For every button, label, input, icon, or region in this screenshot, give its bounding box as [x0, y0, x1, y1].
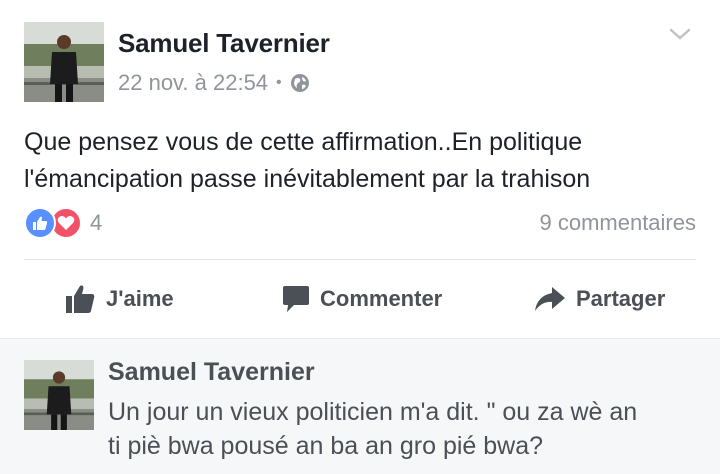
thumbs-up-icon	[66, 285, 95, 313]
speech-bubble-icon	[283, 286, 309, 312]
like-button[interactable]: J'aime	[64, 282, 174, 316]
meta-separator: •	[276, 74, 282, 91]
commenter-avatar[interactable]	[24, 360, 94, 430]
post-card: Samuel Tavernier 22 nov. à 22:54 • Que p…	[0, 0, 720, 338]
globe-icon	[290, 74, 309, 92]
reactions-summary[interactable]: 4	[24, 206, 102, 240]
comment-text-line: Un jour un vieux politicien m'a dit. " o…	[108, 398, 638, 426]
post-text-line: l'émancipation passe inévitablement par …	[24, 165, 591, 193]
action-bar: J'aime Commenter Partager	[0, 260, 720, 338]
share-button[interactable]: Partager	[534, 282, 665, 316]
author-avatar[interactable]	[24, 22, 104, 102]
commenter-name[interactable]: Samuel Tavernier	[108, 358, 315, 387]
post-meta: 22 nov. à 22:54 •	[118, 70, 310, 96]
comments-count-link[interactable]: 9 commentaires	[539, 210, 696, 236]
share-arrow-icon	[535, 287, 565, 311]
like-icon	[24, 207, 56, 239]
share-button-label: Partager	[576, 286, 666, 311]
comment-text: Un jour un vieux politicien m'a dit. " o…	[108, 395, 708, 463]
chevron-down-icon[interactable]	[668, 26, 692, 42]
post-timestamp[interactable]: 22 nov. à 22:54	[118, 70, 268, 96]
avatar-photo	[24, 22, 104, 102]
reaction-count: 4	[90, 210, 103, 235]
author-name[interactable]: Samuel Tavernier	[118, 28, 330, 59]
avatar-photo	[24, 360, 94, 430]
post-text-line: Que pensez vous de cette affirmation..En…	[24, 128, 583, 156]
comment-button[interactable]: Commenter	[282, 282, 442, 316]
comment-button-label: Commenter	[320, 286, 443, 311]
comments-section: Samuel Tavernier Un jour un vieux politi…	[0, 338, 720, 474]
comment-text-line: ti piè bwa pousé an ba an gro pié bwa?	[108, 432, 544, 460]
like-button-label: J'aime	[106, 286, 174, 311]
post-text: Que pensez vous de cette affirmation..En…	[24, 124, 704, 198]
